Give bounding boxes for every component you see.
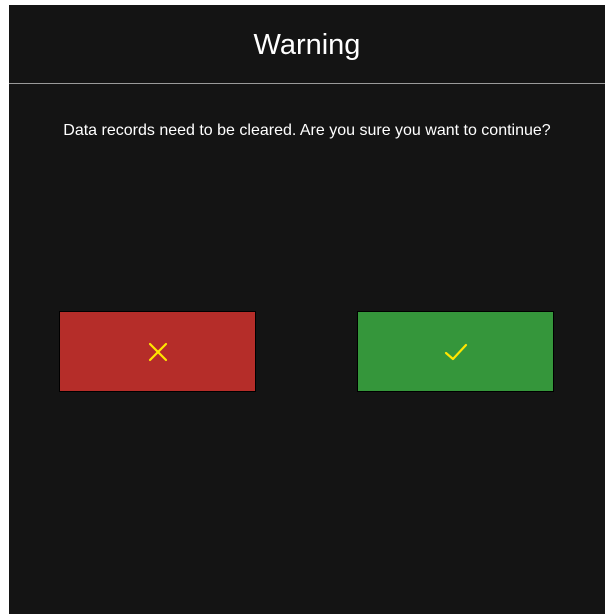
dialog-title: Warning bbox=[253, 28, 361, 61]
check-icon bbox=[444, 343, 467, 360]
close-icon bbox=[148, 342, 167, 361]
dialog-message: Data records need to be cleared. Are you… bbox=[63, 122, 551, 139]
dialog-header: Warning bbox=[9, 5, 605, 84]
confirm-button[interactable] bbox=[357, 311, 554, 392]
cancel-button[interactable] bbox=[59, 311, 256, 392]
warning-dialog: Warning Data records need to be cleared.… bbox=[9, 5, 605, 614]
